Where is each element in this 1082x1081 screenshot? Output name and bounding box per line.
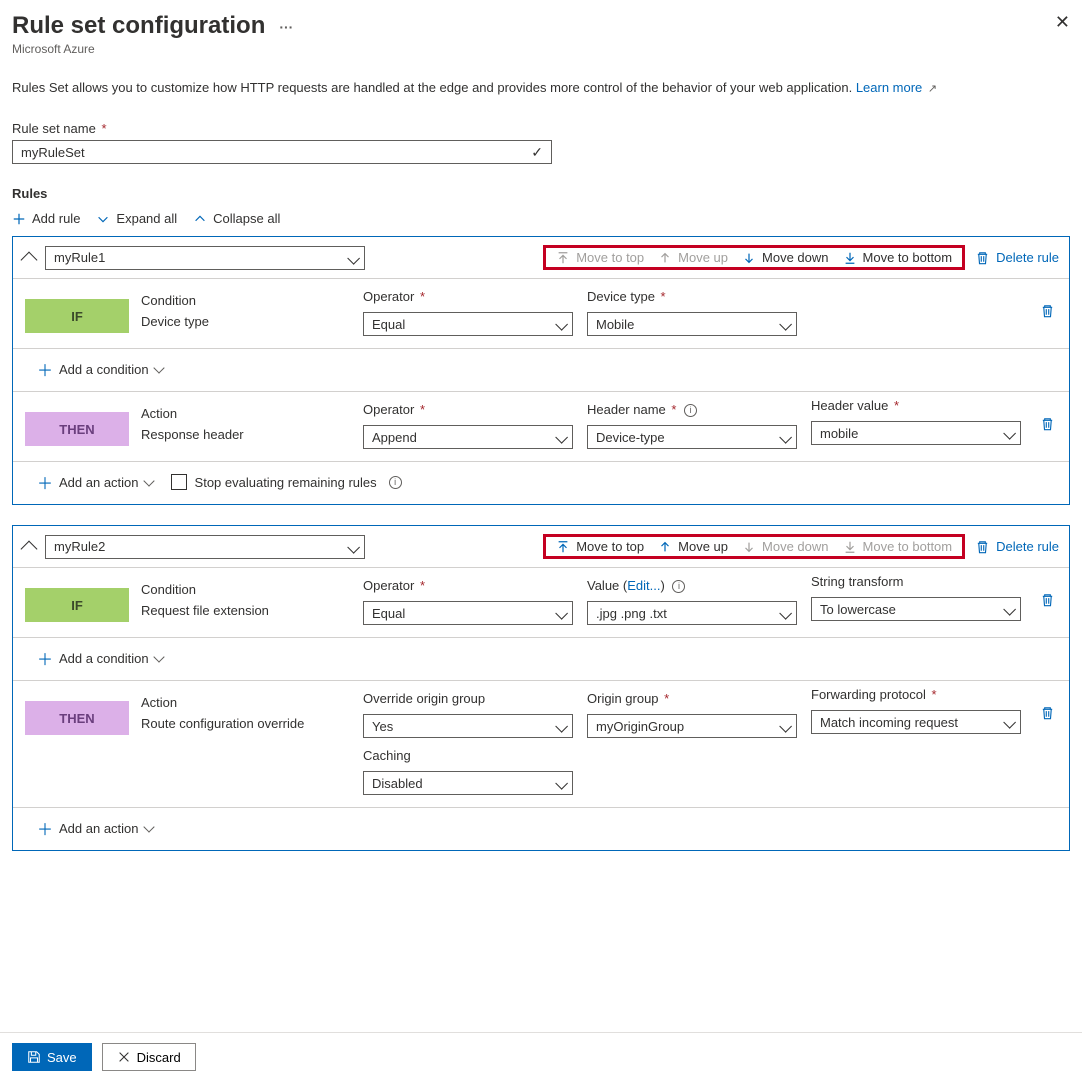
if-badge: IF — [25, 299, 129, 333]
header-value-label: Header value * — [811, 398, 1021, 413]
close-button[interactable]: ✕ — [1055, 12, 1070, 33]
rule-card: myRule1 Move to top Move up Move down Mo… — [12, 236, 1070, 505]
page-subtitle: Microsoft Azure — [12, 42, 293, 56]
device-type-select[interactable]: Mobile — [587, 312, 797, 336]
rule-set-name-label: Rule set name * — [12, 121, 1070, 136]
add-action-button[interactable]: ＋Add an action — [37, 470, 153, 494]
action-subtitle: Route configuration override — [141, 716, 351, 731]
discard-button[interactable]: Discard — [102, 1043, 196, 1071]
delete-condition-icon[interactable] — [1040, 592, 1055, 608]
add-condition-button[interactable]: ＋Add a condition — [37, 357, 163, 381]
value-label: Value (Edit...) i — [587, 578, 797, 593]
info-icon[interactable]: i — [389, 476, 402, 489]
chevron-down-icon — [153, 651, 164, 662]
move-controls: Move to top Move up Move down Move to bo… — [543, 534, 965, 559]
move-to-top-button[interactable]: Move to top — [556, 539, 644, 554]
collapse-icon[interactable] — [21, 540, 38, 557]
delete-condition-icon[interactable] — [1040, 303, 1055, 319]
edit-value-link[interactable]: Edit... — [627, 578, 660, 593]
origin-group-label: Origin group * — [587, 691, 797, 706]
move-down-button: Move down — [742, 539, 828, 554]
add-rule-button[interactable]: Add rule — [12, 211, 80, 226]
page-title: Rule set configuration··· — [12, 12, 293, 40]
chevron-down-icon — [143, 821, 154, 832]
stop-evaluating-checkbox[interactable] — [171, 474, 187, 490]
info-icon[interactable]: i — [684, 404, 697, 417]
add-condition-button[interactable]: ＋Add a condition — [37, 646, 163, 670]
operator-label: Operator * — [363, 402, 573, 417]
action-label: Action — [141, 695, 351, 710]
delete-rule-button[interactable]: Delete rule — [975, 539, 1059, 555]
move-to-top-button: Move to top — [556, 250, 644, 265]
condition-label: Condition — [141, 293, 351, 308]
external-link-icon: ↗ — [928, 83, 937, 95]
origin-group-select[interactable]: myOriginGroup — [587, 714, 797, 738]
forwarding-protocol-label: Forwarding protocol * — [811, 687, 1021, 702]
rule-name-select[interactable]: myRule2 — [45, 535, 365, 559]
operator-label: Operator * — [363, 578, 573, 593]
caching-select[interactable]: Disabled — [363, 771, 573, 795]
move-to-bottom-button: Move to bottom — [843, 539, 953, 554]
action-subtitle: Response header — [141, 427, 351, 442]
move-controls: Move to top Move up Move down Move to bo… — [543, 245, 965, 270]
condition-subtitle: Request file extension — [141, 603, 351, 618]
then-badge: THEN — [25, 412, 129, 446]
move-up-button[interactable]: Move up — [658, 539, 728, 554]
operator-select[interactable]: Equal — [363, 601, 573, 625]
collapse-icon[interactable] — [21, 251, 38, 268]
add-action-button[interactable]: ＋Add an action — [37, 816, 153, 840]
header-name-label: Header name * i — [587, 402, 797, 417]
move-down-button[interactable]: Move down — [742, 250, 828, 265]
info-icon[interactable]: i — [672, 580, 685, 593]
header-name-select[interactable]: Device-type — [587, 425, 797, 449]
move-to-bottom-button[interactable]: Move to bottom — [843, 250, 953, 265]
delete-action-icon[interactable] — [1040, 705, 1055, 721]
value-select[interactable]: .jpg .png .txt — [587, 601, 797, 625]
override-origin-label: Override origin group — [363, 691, 573, 706]
rule-set-name-input[interactable]: myRuleSet — [12, 140, 552, 164]
header-value-select[interactable]: mobile — [811, 421, 1021, 445]
string-transform-label: String transform — [811, 574, 1021, 589]
learn-more-link[interactable]: Learn more — [856, 80, 922, 95]
action-operator-select[interactable]: Append — [363, 425, 573, 449]
rule-card: myRule2 Move to top Move up Move down Mo… — [12, 525, 1070, 851]
delete-action-icon[interactable] — [1040, 416, 1055, 432]
stop-evaluating-label: Stop evaluating remaining rules — [195, 475, 377, 490]
more-icon[interactable]: ··· — [279, 19, 293, 35]
operator-label: Operator * — [363, 289, 573, 304]
description: Rules Set allows you to customize how HT… — [12, 80, 1070, 95]
chevron-down-icon — [153, 362, 164, 373]
expand-all-button[interactable]: Expand all — [96, 211, 177, 226]
device-type-label: Device type * — [587, 289, 797, 304]
move-up-button: Move up — [658, 250, 728, 265]
operator-select[interactable]: Equal — [363, 312, 573, 336]
action-label: Action — [141, 406, 351, 421]
forwarding-protocol-select[interactable]: Match incoming request — [811, 710, 1021, 734]
rule-name-select[interactable]: myRule1 — [45, 246, 365, 270]
rules-section-title: Rules — [12, 186, 1070, 201]
chevron-down-icon — [143, 475, 154, 486]
string-transform-select[interactable]: To lowercase — [811, 597, 1021, 621]
override-origin-select[interactable]: Yes — [363, 714, 573, 738]
then-badge: THEN — [25, 701, 129, 735]
delete-rule-button[interactable]: Delete rule — [975, 250, 1059, 266]
caching-label: Caching — [363, 748, 573, 763]
save-button[interactable]: Save — [12, 1043, 92, 1071]
condition-subtitle: Device type — [141, 314, 351, 329]
condition-label: Condition — [141, 582, 351, 597]
collapse-all-button[interactable]: Collapse all — [193, 211, 280, 226]
if-badge: IF — [25, 588, 129, 622]
